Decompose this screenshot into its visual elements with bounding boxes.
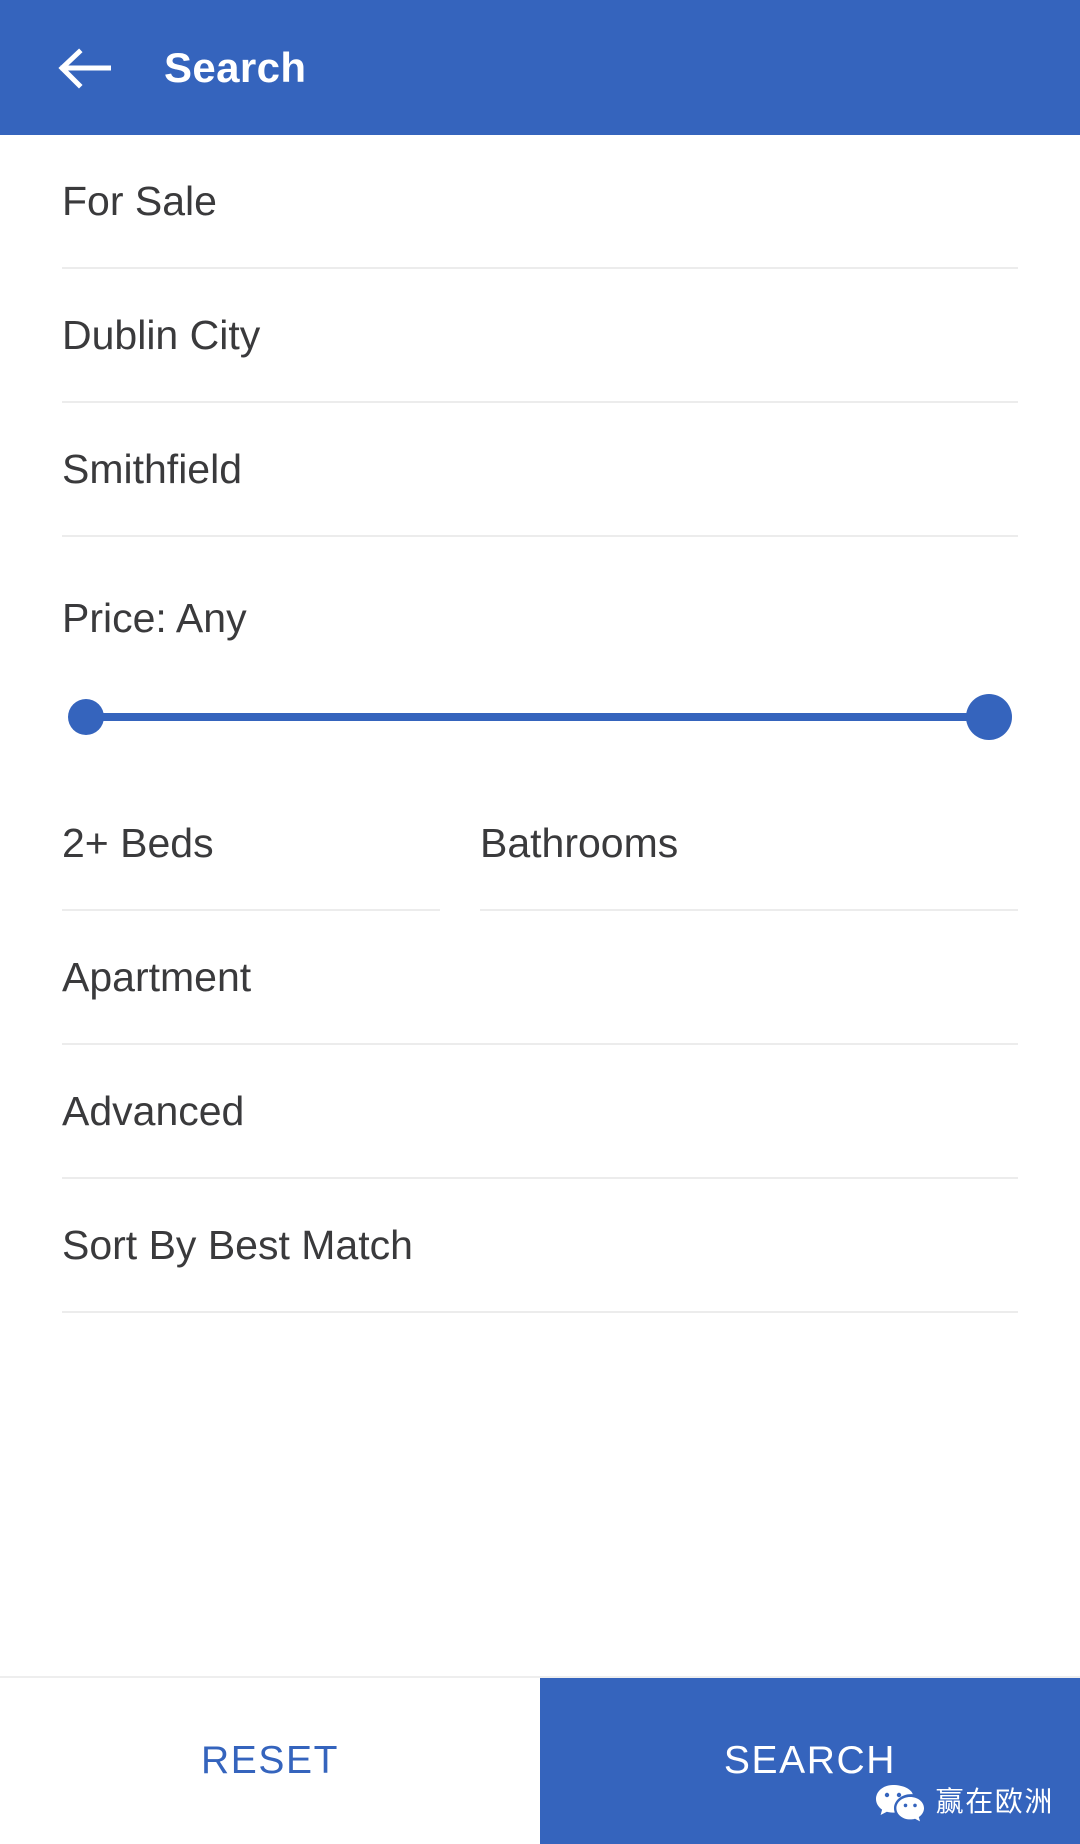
- wechat-watermark: 赢在欧洲: [874, 1782, 1054, 1822]
- field-row-beds-baths: 2+ Beds Bathrooms: [62, 777, 1018, 911]
- field-sort-by[interactable]: Sort By Best Match: [62, 1179, 1018, 1313]
- slider-track: [86, 713, 994, 721]
- column-spacer: [440, 777, 480, 911]
- field-city[interactable]: Dublin City: [62, 269, 1018, 403]
- arrow-left-icon: [57, 47, 111, 89]
- field-listing-type-label: For Sale: [62, 181, 217, 222]
- slider-thumb-max[interactable]: [966, 694, 1012, 740]
- search-screen: Search For Sale Dublin City Smithfield P…: [0, 0, 1080, 1844]
- field-listing-type[interactable]: For Sale: [62, 135, 1018, 269]
- field-bathrooms-label: Bathrooms: [480, 823, 678, 864]
- search-button[interactable]: SEARCH 赢在欧洲: [540, 1678, 1080, 1844]
- wechat-icon: [874, 1782, 926, 1822]
- slider-thumb-min[interactable]: [68, 699, 104, 735]
- field-property-type-label: Apartment: [62, 957, 251, 998]
- price-range-slider-wrap: [62, 657, 1018, 777]
- action-bar: RESET SEARCH 赢在欧洲: [0, 1676, 1080, 1844]
- field-bathrooms[interactable]: Bathrooms: [480, 777, 1018, 911]
- watermark-text: 赢在欧洲: [936, 1788, 1054, 1816]
- reset-button[interactable]: RESET: [0, 1678, 540, 1844]
- field-area-label: Smithfield: [62, 449, 242, 490]
- field-beds-label: 2+ Beds: [62, 823, 214, 864]
- search-button-label: SEARCH: [724, 1739, 896, 1783]
- field-price[interactable]: Price: Any: [62, 537, 1018, 657]
- price-range-slider[interactable]: [68, 689, 1012, 745]
- field-city-label: Dublin City: [62, 315, 260, 356]
- back-button[interactable]: [48, 32, 120, 104]
- field-property-type[interactable]: Apartment: [62, 911, 1018, 1045]
- field-area[interactable]: Smithfield: [62, 403, 1018, 537]
- page-title: Search: [164, 47, 307, 89]
- field-beds[interactable]: 2+ Beds: [62, 777, 440, 911]
- field-sort-by-label: Sort By Best Match: [62, 1225, 413, 1266]
- app-bar: Search: [0, 0, 1080, 135]
- field-price-label: Price: Any: [62, 598, 247, 639]
- field-advanced[interactable]: Advanced: [62, 1045, 1018, 1179]
- search-form: For Sale Dublin City Smithfield Price: A…: [0, 135, 1080, 1676]
- field-advanced-label: Advanced: [62, 1091, 244, 1132]
